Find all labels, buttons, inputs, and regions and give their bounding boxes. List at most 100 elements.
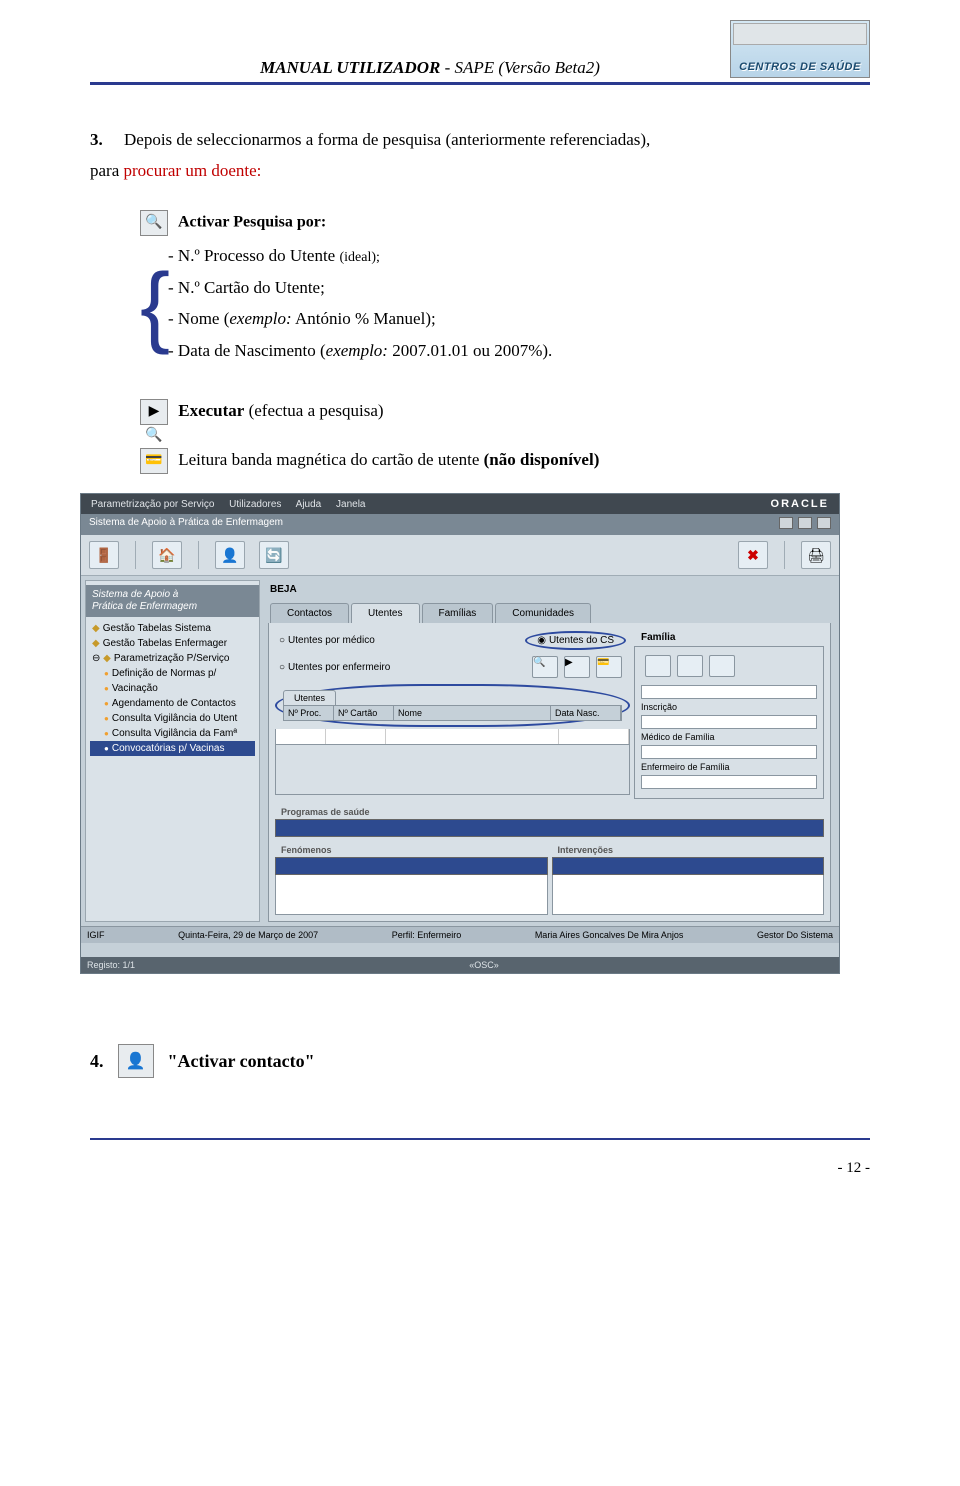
tree-item[interactable]: ◆Gestão Tabelas Sistema xyxy=(90,621,255,636)
col-nome: Nome xyxy=(394,706,551,720)
header-title-rest: - SAPE (Versão Beta2) xyxy=(440,58,600,77)
executar-bold: Executar xyxy=(178,401,244,420)
toolbar-refresh-icon[interactable]: 🔄 xyxy=(259,541,289,569)
table-row[interactable] xyxy=(275,729,630,745)
minimize-button[interactable] xyxy=(779,517,793,529)
activar-item1: - N.º Processo do Utente xyxy=(168,246,339,265)
activar-block: 🔍 Activar Pesquisa por: { - N.º Processo… xyxy=(140,210,870,366)
close-button[interactable] xyxy=(817,517,831,529)
fenomenos-list xyxy=(275,875,548,915)
brace-icon: { xyxy=(140,246,168,366)
tree-subitem[interactable]: ●Consulta Vigilância da Famª xyxy=(90,726,255,741)
sidebar-header: Sistema de Apoio à Prática de Enfermagem xyxy=(86,585,259,617)
card-reader-icon: 💳 xyxy=(140,448,168,474)
activar-item2: - N.º Cartão do Utente; xyxy=(168,272,552,303)
fenomenos-label: Fenómenos xyxy=(275,843,548,857)
leitura-text: Leitura banda magnética do cartão de ute… xyxy=(178,450,483,469)
intervencoes-bar[interactable] xyxy=(552,857,825,875)
maximize-button[interactable] xyxy=(798,517,812,529)
leitura-row: 💳 Leitura banda magnética do cartão de u… xyxy=(140,445,870,476)
tree-subitem[interactable]: ●Definição de Normas p/ xyxy=(90,666,255,681)
inscricao-field[interactable] xyxy=(641,715,817,729)
familia-btn3-icon[interactable] xyxy=(709,655,735,677)
table-headers: Nº Proc. Nº Cartão Nome Data Nasc. xyxy=(283,705,622,721)
step3-line2a: para xyxy=(90,161,124,180)
medico-field[interactable] xyxy=(641,745,817,759)
tab-familias[interactable]: Famílias xyxy=(422,603,494,623)
tree-item[interactable]: ◆Gestão Tabelas Enfermager xyxy=(90,636,255,651)
col-datanasc: Data Nasc. xyxy=(551,706,621,720)
subtab-utentes[interactable]: Utentes xyxy=(283,690,336,705)
main-content: BEJA Contactos Utentes Famílias Comunida… xyxy=(264,580,835,922)
tree-item[interactable]: ⊖ ◆Parametrização P/Serviço xyxy=(90,651,255,666)
menu-parametrizacao[interactable]: Parametrização por Serviço xyxy=(91,499,214,510)
menu-utilizadores[interactable]: Utilizadores xyxy=(229,499,281,510)
app-screenshot: Parametrização por Serviço Utilizadores … xyxy=(80,493,840,974)
programas-label: Programas de saúde xyxy=(275,805,824,819)
step4-number: 4. xyxy=(90,1051,104,1072)
col-nproc: Nº Proc. xyxy=(284,706,334,720)
search-button-icon[interactable]: 🔍 xyxy=(532,656,558,678)
activar-list: - N.º Processo do Utente (ideal); - N.º … xyxy=(168,240,552,366)
status-date: Quinta-Feira, 29 de Março de 2007 xyxy=(178,930,318,940)
tree-subitem[interactable]: ●Vacinação xyxy=(90,681,255,696)
footer-rule xyxy=(90,1138,870,1140)
menu-janela[interactable]: Janela xyxy=(336,499,365,510)
activar-item4i: exemplo: xyxy=(326,341,388,360)
tab-contactos[interactable]: Contactos xyxy=(270,603,349,623)
intervencoes-label: Intervenções xyxy=(552,843,825,857)
step4-row: 4. 👤 "Activar contacto" xyxy=(90,1044,870,1078)
search-activate-icon: 🔍 xyxy=(140,210,168,236)
enfermeiro-field[interactable] xyxy=(641,775,817,789)
logo-thumbnail xyxy=(733,23,867,45)
executar-rest: (efectua a pesquisa) xyxy=(244,401,383,420)
radio-utentes-enfermeiro[interactable]: ○Utentes por enfermeiro xyxy=(279,662,390,673)
toolbar-contact-icon[interactable]: 👤 xyxy=(215,541,245,569)
activar-item3a: - Nome ( xyxy=(168,309,229,328)
logo-text: CENTROS DE SAÚDE xyxy=(739,61,861,73)
menu-ajuda[interactable]: Ajuda xyxy=(296,499,322,510)
toolbar-cancel-icon[interactable]: ✖ xyxy=(738,541,768,569)
status-bar: IGIF Quinta-Feira, 29 de Março de 2007 P… xyxy=(81,926,839,943)
status-registo: Registo: 1/1 xyxy=(87,960,135,970)
activar-item3i: exemplo: xyxy=(229,309,291,328)
toolbar-exit-icon[interactable]: 🚪 xyxy=(89,541,119,569)
status-user: Maria Aires Goncalves De Mira Anjos xyxy=(535,930,684,940)
table-body-empty xyxy=(275,745,630,795)
tab-comunidades[interactable]: Comunidades xyxy=(495,603,591,623)
page-number: - 12 - xyxy=(90,1160,870,1177)
tree-subitem-selected[interactable]: ●Convocatórias p/ Vacinas xyxy=(90,741,255,756)
radio-utentes-medico[interactable]: ○Utentes por médico xyxy=(279,635,375,646)
programas-bar[interactable] xyxy=(275,819,824,837)
tree-subitem[interactable]: ●Consulta Vigilância do Utent xyxy=(90,711,255,726)
activar-item1-small: (ideal); xyxy=(339,250,379,265)
toolbar: 🚪 🏠 👤 🔄 ✖ 🖨 xyxy=(81,535,839,576)
radio-utentes-cs[interactable]: ◉ Utentes do CS xyxy=(537,635,614,646)
label-medico: Médico de Família xyxy=(641,732,715,742)
tab-utentes[interactable]: Utentes xyxy=(351,603,419,623)
toolbar-home-icon[interactable]: 🏠 xyxy=(152,541,182,569)
execute-button-icon[interactable]: ▶ xyxy=(564,656,590,678)
tree-subitem[interactable]: ●Agendamento de Contactos xyxy=(90,696,255,711)
status-perfil: Perfil: Enfermeiro xyxy=(392,930,462,940)
oracle-logo: ORACLE xyxy=(771,498,829,510)
familia-btn2-icon[interactable] xyxy=(677,655,703,677)
step3-line2-red: procurar um doente: xyxy=(124,161,262,180)
status-bar-2: Registo: 1/1 «OSC» xyxy=(81,957,839,973)
card-button-icon[interactable]: 💳 xyxy=(596,656,622,678)
header-title-bold: MANUAL UTILIZADOR xyxy=(260,58,440,77)
activar-contacto-icon: 👤 xyxy=(118,1044,154,1078)
activar-item3b: António % Manuel); xyxy=(292,309,436,328)
familia-btn1-icon[interactable] xyxy=(645,655,671,677)
page-header: MANUAL UTILIZADOR - SAPE (Versão Beta2) … xyxy=(90,20,870,78)
location-label: BEJA xyxy=(264,580,835,599)
familia-field-blank[interactable] xyxy=(641,685,817,699)
intervencoes-list xyxy=(552,875,825,915)
status-igif: IGIF xyxy=(87,930,105,940)
header-logo: CENTROS DE SAÚDE xyxy=(730,20,870,78)
menubar: Parametrização por Serviço Utilizadores … xyxy=(81,494,839,514)
col-ncartao: Nº Cartão xyxy=(334,706,394,720)
toolbar-print-icon[interactable]: 🖨 xyxy=(801,541,831,569)
step3-line1: Depois de seleccionarmos a forma de pesq… xyxy=(124,130,650,149)
fenomenos-bar[interactable] xyxy=(275,857,548,875)
